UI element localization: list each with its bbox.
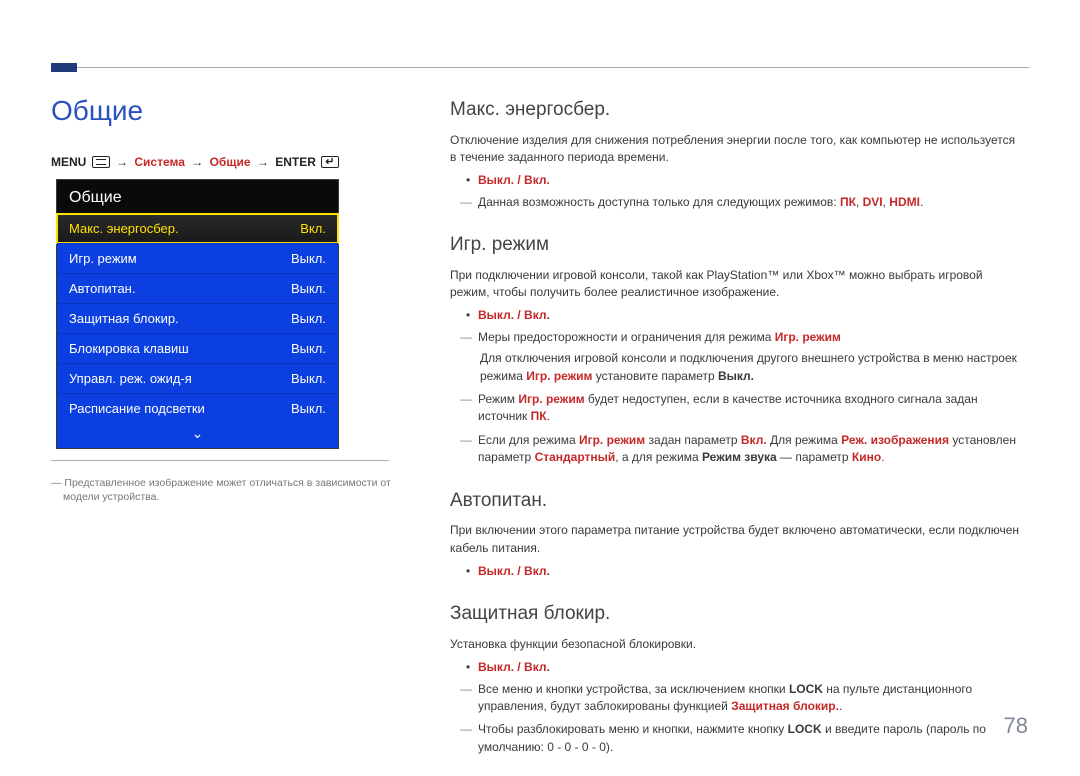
breadcrumb-system: Система	[134, 155, 185, 169]
osd-item-value: Выкл.	[291, 281, 326, 296]
breadcrumb-enter: ENTER	[275, 155, 316, 169]
osd-item-label: Защитная блокир.	[69, 311, 179, 326]
option-values: Выкл. / Вкл.	[478, 308, 550, 322]
option-values: Выкл. / Вкл.	[478, 173, 550, 187]
osd-item-value: Вкл.	[300, 221, 326, 236]
osd-item-auto-power[interactable]: Автопитан. Выкл.	[57, 273, 338, 303]
osd-item-value: Выкл.	[291, 251, 326, 266]
osd-item-label: Управл. реж. ожид-я	[69, 371, 192, 386]
enter-icon	[321, 156, 339, 168]
section-heading: Игр. режим	[450, 231, 1020, 259]
osd-item-lamp-schedule[interactable]: Расписание подсветки Выкл.	[57, 393, 338, 423]
top-divider	[51, 67, 1029, 68]
osd-item-game-mode[interactable]: Игр. режим Выкл.	[57, 243, 338, 273]
breadcrumb-general: Общие	[210, 155, 251, 169]
osd-item-label: Автопитан.	[69, 281, 135, 296]
osd-item-value: Выкл.	[291, 311, 326, 326]
osd-item-label: Игр. режим	[69, 251, 137, 266]
arrow-icon: →	[116, 155, 128, 169]
section-max-energy: Макс. энергосбер. Отключение изделия для…	[450, 96, 1020, 211]
section-desc: При включении этого параметра питание ус…	[450, 522, 1020, 557]
osd-item-button-lock[interactable]: Блокировка клавиш Выкл.	[57, 333, 338, 363]
arrow-icon: →	[257, 155, 269, 169]
osd-item-value: Выкл.	[291, 341, 326, 356]
osd-title: Общие	[57, 180, 338, 214]
section-desc: Установка функции безопасной блокировки.	[450, 636, 1020, 653]
note-item: Если для режима Игр. режим задан парамет…	[450, 432, 1020, 467]
content-column: Макс. энергосбер. Отключение изделия для…	[450, 96, 1020, 776]
page-title: Общие	[51, 95, 143, 127]
note-item: Меры предосторожности и ограничения для …	[450, 329, 1020, 385]
osd-item-safety-lock[interactable]: Защитная блокир. Выкл.	[57, 303, 338, 333]
section-heading: Автопитан.	[450, 487, 1020, 515]
option-values: Выкл. / Вкл.	[478, 564, 550, 578]
note-item: Чтобы разблокировать меню и кнопки, нажм…	[450, 721, 1020, 756]
osd-item-label: Макс. энергосбер.	[69, 221, 179, 236]
section-desc: Отключение изделия для снижения потребле…	[450, 132, 1020, 167]
arrow-icon: →	[191, 155, 203, 169]
osd-item-label: Блокировка клавиш	[69, 341, 189, 356]
note-item: Все меню и кнопки устройства, за исключе…	[450, 681, 1020, 716]
section-desc: При подключении игровой консоли, такой к…	[450, 267, 1020, 302]
osd-item-label: Расписание подсветки	[69, 401, 205, 416]
section-safety-lock: Защитная блокир. Установка функции безоп…	[450, 600, 1020, 756]
section-heading: Макс. энергосбер.	[450, 96, 1020, 124]
page-number: 78	[1004, 713, 1028, 739]
option-values: Выкл. / Вкл.	[478, 660, 550, 674]
breadcrumb-menu: MENU	[51, 155, 86, 169]
note-subitem: Для отключения игровой консоли и подключ…	[478, 350, 1020, 385]
model-disclaimer: Представленное изображение может отличат…	[51, 476, 391, 504]
osd-item-max-energy[interactable]: Макс. энергосбер. Вкл.	[56, 213, 339, 244]
section-game-mode: Игр. режим При подключении игровой консо…	[450, 231, 1020, 466]
section-heading: Защитная блокир.	[450, 600, 1020, 628]
note-item: Данная возможность доступна только для с…	[450, 194, 1020, 211]
osd-item-value: Выкл.	[291, 401, 326, 416]
osd-menu: Общие Макс. энергосбер. Вкл. Игр. режим …	[56, 179, 339, 449]
note-item: Режим Игр. режим будет недоступен, если …	[450, 391, 1020, 426]
breadcrumb: MENU → Система → Общие → ENTER	[51, 155, 339, 169]
menu-icon	[92, 156, 110, 168]
osd-more-indicator[interactable]: ⌄	[57, 423, 338, 448]
section-auto-power: Автопитан. При включении этого параметра…	[450, 487, 1020, 581]
left-divider	[51, 460, 389, 461]
osd-item-standby-control[interactable]: Управл. реж. ожид-я Выкл.	[57, 363, 338, 393]
osd-item-value: Выкл.	[291, 371, 326, 386]
